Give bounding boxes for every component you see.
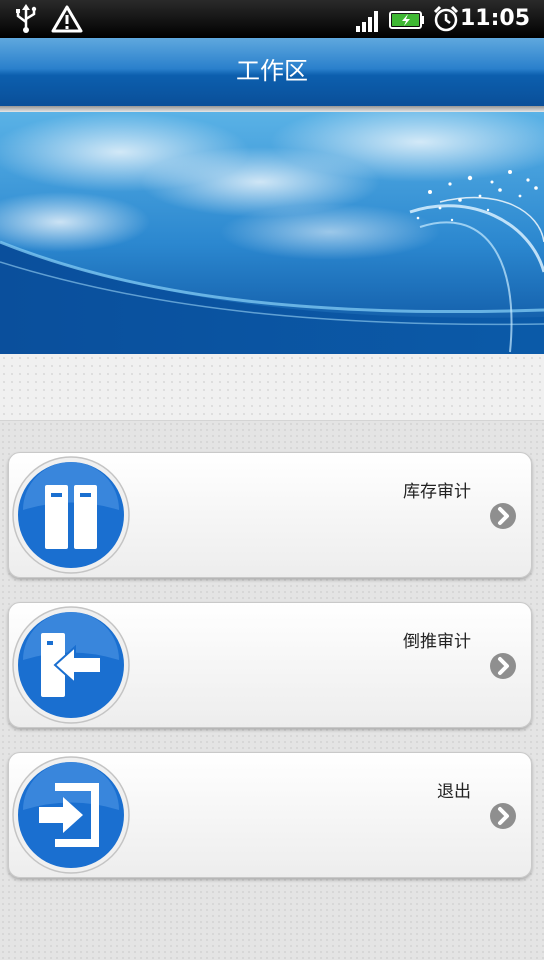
inventory-audit-icon (12, 456, 130, 574)
page-title: 工作区 (236, 57, 308, 85)
dotted-divider (0, 354, 544, 421)
battery-charging-icon (389, 11, 424, 29)
status-time: 11:05 (459, 6, 530, 31)
status-bar: 11:05 (0, 0, 544, 38)
menu-item-backtrack-audit[interactable]: 倒推审计 (8, 602, 532, 728)
chevron-right-icon (490, 503, 516, 529)
menu-item-inventory-audit[interactable]: 库存审计 (8, 452, 532, 578)
menu-item-label: 库存审计 (403, 482, 471, 502)
warning-icon (51, 5, 83, 33)
chevron-right-icon (490, 803, 516, 829)
menu-item-label: 倒推审计 (403, 632, 471, 652)
menu-item-label: 退出 (437, 782, 471, 802)
menu-item-exit[interactable]: 退出 (8, 752, 532, 878)
signal-icon (356, 11, 378, 32)
backtrack-audit-icon (12, 606, 130, 724)
chevron-right-icon (490, 653, 516, 679)
title-bar: 工作区 (0, 38, 544, 112)
banner-image (0, 112, 544, 354)
exit-icon (12, 756, 130, 874)
menu-list: 库存审计 倒推审计 退出 (0, 421, 544, 960)
alarm-icon (433, 5, 459, 32)
usb-icon (16, 4, 37, 33)
